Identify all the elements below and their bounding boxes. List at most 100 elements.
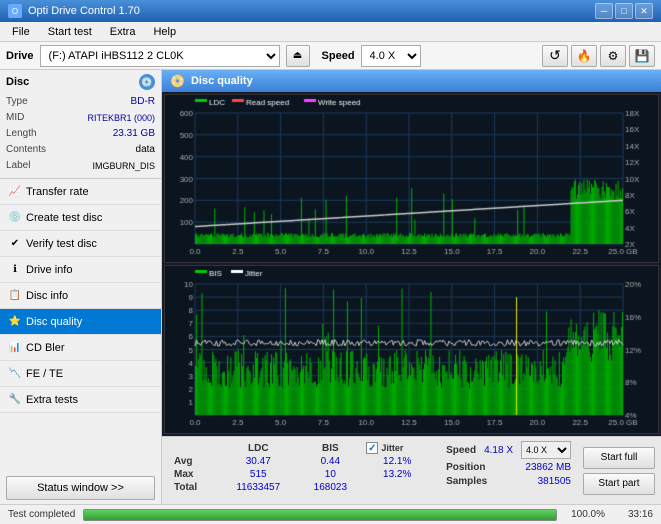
maximize-button[interactable]: □ — [615, 3, 633, 19]
stats-max-jitter: 13.2% — [362, 468, 432, 481]
sidebar-item-create-test-disc[interactable]: 💿 Create test disc — [0, 205, 161, 231]
stats-col-jitter-cb: ✓ Jitter — [362, 441, 432, 455]
bottom-chart-canvas — [165, 266, 658, 433]
sidebar-item-cd-bler[interactable]: 📊 CD Bler — [0, 335, 161, 361]
stats-total-ldc: 11633457 — [218, 481, 298, 494]
progress-percent: 100.0% — [565, 509, 605, 520]
disc-length-value: 23.31 GB — [113, 126, 155, 142]
disc-type-value: BD-R — [131, 94, 155, 110]
sidebar-item-verify-test-disc[interactable]: ✔ Verify test disc — [0, 231, 161, 257]
stats-row-avg: Avg 30.47 0.44 12.1% — [170, 455, 432, 468]
disc-quality-icon: ⭐ — [8, 315, 22, 329]
speed-select[interactable]: 4.0 X 1.0 X 2.0 X 6.0 X — [361, 45, 421, 67]
menu-file[interactable]: File — [4, 24, 38, 40]
drive-select[interactable]: (F:) ATAPI iHBS112 2 CL0K — [40, 45, 280, 67]
speed-label: Speed — [322, 50, 355, 62]
menu-extra[interactable]: Extra — [102, 24, 144, 40]
disc-contents-label: Contents — [6, 142, 46, 158]
app-title: Opti Drive Control 1.70 — [28, 5, 140, 17]
content-area: 📀 Disc quality LDC — [162, 70, 661, 504]
disc-length-label: Length — [6, 126, 37, 142]
drive-bar: Drive (F:) ATAPI iHBS112 2 CL0K ⏏ Speed … — [0, 42, 661, 70]
stats-avg-ldc: 30.47 — [218, 455, 298, 468]
disc-info-icon: 📋 — [8, 289, 22, 303]
stats-buttons: Start full Start part — [577, 437, 661, 504]
minimize-button[interactable]: ─ — [595, 3, 613, 19]
disc-quality-header-icon: 📀 — [170, 74, 185, 88]
stats-col-empty — [170, 441, 218, 455]
menu-help[interactable]: Help — [145, 24, 184, 40]
speed-stat-label: Speed — [446, 445, 476, 456]
disc-type-label: Type — [6, 94, 28, 110]
stats-total-bis: 168023 — [298, 481, 362, 494]
charts-area — [162, 92, 661, 436]
disc-quality-header: 📀 Disc quality — [162, 70, 661, 92]
progress-bar — [83, 509, 557, 521]
eject-button[interactable]: ⏏ — [286, 45, 310, 67]
start-full-button[interactable]: Start full — [583, 447, 655, 469]
stats-avg-jitter: 12.1% — [362, 455, 432, 468]
sidebar-item-disc-info[interactable]: 📋 Disc info — [0, 283, 161, 309]
position-label: Position — [446, 462, 485, 473]
start-part-button[interactable]: Start part — [583, 473, 655, 495]
disc-contents-value: data — [136, 142, 155, 158]
sidebar-item-drive-info[interactable]: ℹ Drive info — [0, 257, 161, 283]
jitter-label: Jitter — [381, 443, 403, 453]
fe-te-icon: 📉 — [8, 367, 22, 381]
stats-total-label: Total — [170, 481, 218, 494]
disc-info-panel: Disc 💿 Type BD-R MID RITEKBR1 (000) Leng… — [0, 70, 161, 179]
sidebar-item-disc-quality-label: Disc quality — [26, 316, 82, 328]
sidebar-item-cd-bler-label: CD Bler — [26, 342, 65, 354]
cd-bler-icon: 📊 — [8, 341, 22, 355]
sidebar-item-create-test-disc-label: Create test disc — [26, 212, 102, 224]
stats-right-panel: Speed 4.18 X 4.0 X Position 23862 MB Sam… — [440, 437, 577, 504]
menu-start-test[interactable]: Start test — [40, 24, 100, 40]
disc-panel-title: Disc — [6, 76, 29, 88]
disc-length-row: Length 23.31 GB — [6, 126, 155, 142]
sidebar: Disc 💿 Type BD-R MID RITEKBR1 (000) Leng… — [0, 70, 162, 504]
stats-row-total: Total 11633457 168023 — [170, 481, 432, 494]
sidebar-item-fe-te[interactable]: 📉 FE / TE — [0, 361, 161, 387]
burn-button[interactable]: 🔥 — [571, 45, 597, 67]
samples-label: Samples — [446, 476, 487, 487]
stats-max-ldc: 515 — [218, 468, 298, 481]
window-controls: ─ □ ✕ — [595, 3, 653, 19]
jitter-checkbox[interactable]: ✓ — [366, 442, 378, 454]
extra-tests-icon: 🔧 — [8, 393, 22, 407]
main-layout: Disc 💿 Type BD-R MID RITEKBR1 (000) Leng… — [0, 70, 661, 504]
close-button[interactable]: ✕ — [635, 3, 653, 19]
verify-test-disc-icon: ✔ — [8, 237, 22, 251]
stats-col-ldc: LDC — [218, 441, 298, 455]
refresh-button[interactable]: ↺ — [542, 45, 568, 67]
speed-stat-select[interactable]: 4.0 X — [521, 441, 571, 459]
sidebar-item-transfer-rate[interactable]: 📈 Transfer rate — [0, 179, 161, 205]
stats-table-area: LDC BIS ✓ Jitter Avg — [162, 437, 440, 504]
speed-row: Speed 4.18 X 4.0 X — [446, 441, 571, 459]
stats-col-bis: BIS — [298, 441, 362, 455]
disc-label-value: IMGBURN_DIS — [92, 158, 155, 174]
disc-label-label: Label — [6, 158, 30, 174]
progress-area: Test completed 100.0% 33:16 — [0, 504, 661, 524]
stats-table: LDC BIS ✓ Jitter Avg — [170, 441, 432, 494]
disc-type-row: Type BD-R — [6, 94, 155, 110]
top-chart — [164, 94, 659, 263]
sidebar-item-extra-tests[interactable]: 🔧 Extra tests — [0, 387, 161, 413]
position-value: 23862 MB — [525, 462, 571, 473]
stats-bar: LDC BIS ✓ Jitter Avg — [162, 436, 661, 504]
status-text: Test completed — [8, 509, 75, 520]
status-window-button[interactable]: Status window >> — [6, 476, 155, 500]
disc-contents-row: Contents data — [6, 142, 155, 158]
disc-mid-value: RITEKBR1 (000) — [87, 110, 155, 126]
disc-quality-title: Disc quality — [191, 75, 253, 87]
save-button[interactable]: 💾 — [629, 45, 655, 67]
sidebar-item-extra-tests-label: Extra tests — [26, 394, 78, 406]
top-chart-canvas — [165, 95, 658, 262]
stats-avg-label: Avg — [170, 455, 218, 468]
sidebar-item-verify-test-disc-label: Verify test disc — [26, 238, 97, 250]
sidebar-item-drive-info-label: Drive info — [26, 264, 72, 276]
stats-max-bis: 10 — [298, 468, 362, 481]
drive-info-icon: ℹ — [8, 263, 22, 277]
settings-button[interactable]: ⚙ — [600, 45, 626, 67]
speed-stat-value: 4.18 X — [484, 445, 513, 456]
sidebar-item-disc-quality[interactable]: ⭐ Disc quality — [0, 309, 161, 335]
